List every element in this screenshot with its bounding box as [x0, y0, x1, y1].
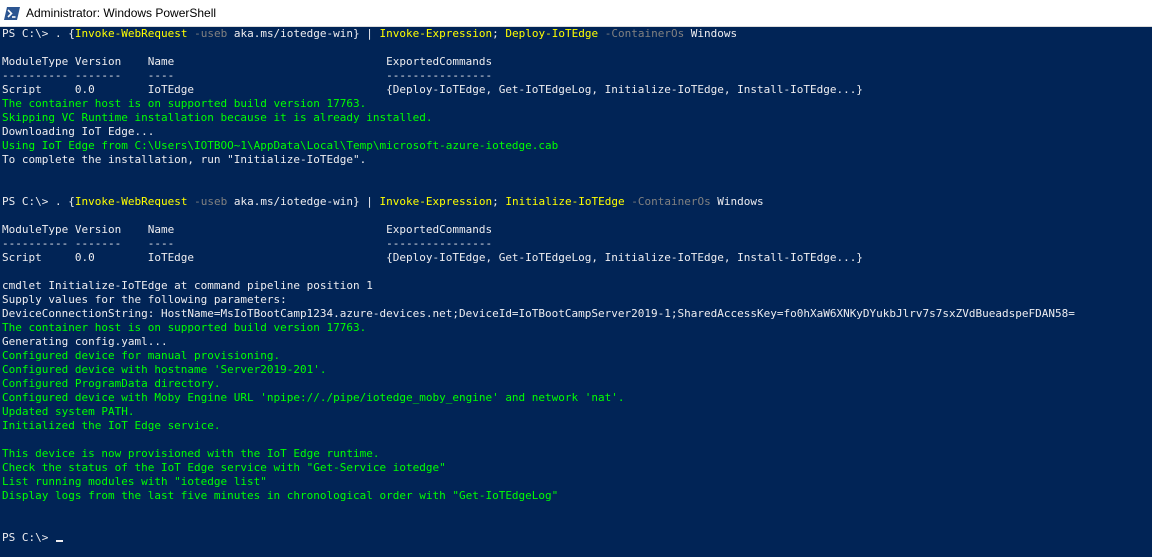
console-text: aka.ms/iotedge-win} |: [227, 27, 380, 40]
command-token: Invoke-WebRequest: [74, 27, 188, 40]
command-token: Deploy-IoTEdge: [505, 27, 599, 40]
parameter-token: -useb: [187, 27, 228, 40]
console-text: Configured device with Moby Engine URL '…: [2, 391, 625, 404]
console-line: PS C:\> . {Invoke-WebRequest -useb aka.m…: [2, 27, 1150, 41]
console-text: Script 0.0 IoTEdge {Deploy-IoTEdge, Get-…: [2, 83, 863, 96]
console-text: aka.ms/iotedge-win} |: [227, 195, 380, 208]
command-token: Invoke-WebRequest: [74, 195, 188, 208]
console-text: ModuleType Version Name ExportedCommands: [2, 223, 493, 236]
console-line: DeviceConnectionString: HostName=MsIoTBo…: [2, 307, 1150, 321]
powershell-window: Administrator: Windows PowerShell PS C:\…: [0, 0, 1152, 557]
console-line: Updated system PATH.: [2, 405, 1150, 419]
console-line: This device is now provisioned with the …: [2, 447, 1150, 461]
powershell-icon: [4, 6, 20, 20]
command-token: Invoke-Expression: [379, 195, 493, 208]
console-line: The container host is on supported build…: [2, 321, 1150, 335]
console-text: Configured device for manual provisionin…: [2, 349, 281, 362]
command-token: Initialize-IoTEdge: [505, 195, 625, 208]
console-text: Script 0.0 IoTEdge {Deploy-IoTEdge, Get-…: [2, 251, 863, 264]
console-line: Supply values for the following paramete…: [2, 293, 1150, 307]
console-line: Display logs from the last five minutes …: [2, 489, 1150, 503]
console-line: Configured ProgramData directory.: [2, 377, 1150, 391]
console-text: ;: [492, 27, 506, 40]
console-text: Updated system PATH.: [2, 405, 135, 418]
window-title: Administrator: Windows PowerShell: [26, 6, 217, 20]
console-text: Initialized the IoT Edge service.: [2, 419, 221, 432]
console-text: PS C:\> . {: [2, 27, 75, 40]
console-text: Configured device with hostname 'Server2…: [2, 363, 327, 376]
console-line: Configured device with Moby Engine URL '…: [2, 391, 1150, 405]
console-line: ModuleType Version Name ExportedCommands: [2, 55, 1150, 69]
console-text: ---------- ------- ---- ----------------: [2, 237, 493, 250]
console-text: ---------- ------- ---- ----------------: [2, 69, 493, 82]
console-text: ;: [492, 195, 506, 208]
console-line: PS C:\>: [2, 531, 1150, 545]
console-text: Windows: [710, 195, 764, 208]
console-line: List running modules with "iotedge list": [2, 475, 1150, 489]
parameter-token: -ContainerOs: [624, 195, 711, 208]
console-text: Check the status of the IoT Edge service…: [2, 461, 446, 474]
console-line: Using IoT Edge from C:\Users\IOTBOO~1\Ap…: [2, 139, 1150, 153]
console-text: To complete the installation, run "Initi…: [2, 153, 367, 166]
console-line: Script 0.0 IoTEdge {Deploy-IoTEdge, Get-…: [2, 251, 1150, 265]
console-text: Skipping VC Runtime installation because…: [2, 111, 433, 124]
console-text: Using IoT Edge from C:\Users\IOTBOO~1\Ap…: [2, 139, 559, 152]
console-text: Supply values for the following paramete…: [2, 293, 287, 306]
console-text: Downloading IoT Edge...: [2, 125, 155, 138]
console-line: Generating config.yaml...: [2, 335, 1150, 349]
console-line: Skipping VC Runtime installation because…: [2, 111, 1150, 125]
console-line: Configured device for manual provisionin…: [2, 349, 1150, 363]
console-line: PS C:\> . {Invoke-WebRequest -useb aka.m…: [2, 195, 1150, 209]
title-bar[interactable]: Administrator: Windows PowerShell: [0, 0, 1152, 27]
console-text: Configured ProgramData directory.: [2, 377, 221, 390]
console-line: ---------- ------- ---- ----------------: [2, 69, 1150, 83]
console-text: This device is now provisioned with the …: [2, 447, 380, 460]
console-text: cmdlet Initialize-IoTEdge at command pip…: [2, 279, 373, 292]
console-text: Display logs from the last five minutes …: [2, 489, 559, 502]
console-text: DeviceConnectionString: HostName=MsIoTBo…: [2, 307, 1075, 320]
console-line: ModuleType Version Name ExportedCommands: [2, 223, 1150, 237]
console-text: PS C:\> . {: [2, 195, 75, 208]
console-text: Windows: [684, 27, 738, 40]
parameter-token: -useb: [187, 195, 228, 208]
console-line: Configured device with hostname 'Server2…: [2, 363, 1150, 377]
parameter-token: -ContainerOs: [598, 27, 685, 40]
console-line: ---------- ------- ---- ----------------: [2, 237, 1150, 251]
console-text: ModuleType Version Name ExportedCommands: [2, 55, 493, 68]
console-text: List running modules with "iotedge list": [2, 475, 267, 488]
console-line: cmdlet Initialize-IoTEdge at command pip…: [2, 279, 1150, 293]
console-line: The container host is on supported build…: [2, 97, 1150, 111]
console-line: Script 0.0 IoTEdge {Deploy-IoTEdge, Get-…: [2, 83, 1150, 97]
console-text: PS C:\>: [2, 531, 55, 544]
console-line: To complete the installation, run "Initi…: [2, 153, 1150, 167]
console-text: The container host is on supported build…: [2, 321, 367, 334]
console-line: Downloading IoT Edge...: [2, 125, 1150, 139]
console-output[interactable]: PS C:\> . {Invoke-WebRequest -useb aka.m…: [0, 27, 1152, 557]
command-token: Invoke-Expression: [379, 27, 493, 40]
console-line: Initialized the IoT Edge service.: [2, 419, 1150, 433]
console-text: The container host is on supported build…: [2, 97, 367, 110]
text-cursor: [55, 540, 63, 542]
console-text: Generating config.yaml...: [2, 335, 168, 348]
console-line: Check the status of the IoT Edge service…: [2, 461, 1150, 475]
